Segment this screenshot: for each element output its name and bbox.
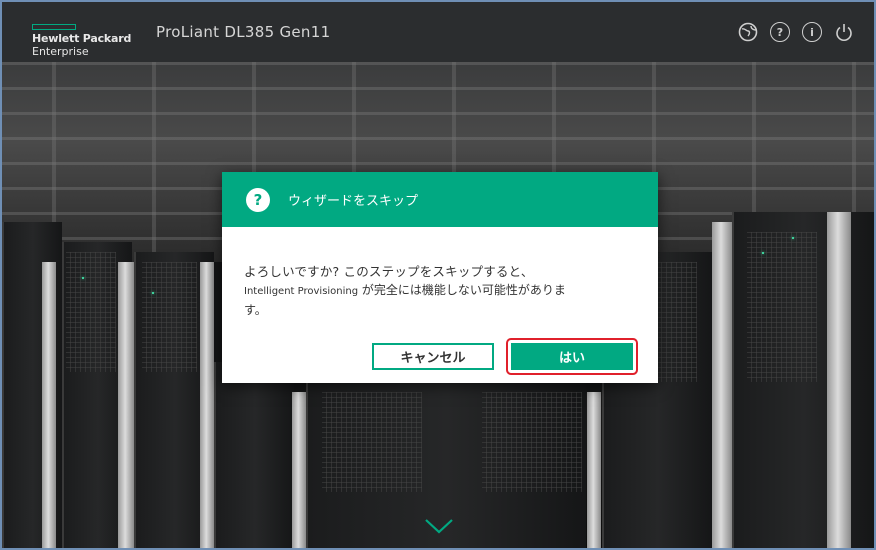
screen-frame: Hewlett Packard Enterprise ProLiant DL38… [0,0,876,550]
message-line3: す。 [244,303,267,317]
message-line1: よろしいですか? このステップをスキップすると、 [244,264,534,279]
rack-pillar [42,262,56,548]
info-icon[interactable]: i [802,22,822,42]
rack-pillar [587,392,601,548]
rack-pillar [200,262,214,548]
rack-grille [142,262,197,372]
brand-line1: Hewlett Packard [32,32,132,45]
rack-grille [322,392,422,492]
brand-line2: Enterprise [32,45,89,58]
product-title: ProLiant DL385 Gen11 [156,23,331,41]
highlight-box: はい [506,338,638,375]
skip-wizard-dialog: ? ウィザードをスキップ よろしいですか? このステップをスキップすると、 In… [222,172,658,383]
rack-pillar [292,392,306,548]
rack-grille [482,392,582,492]
yes-button[interactable]: はい [511,343,633,370]
dialog-message: よろしいですか? このステップをスキップすると、 Intelligent Pro… [222,227,658,319]
power-icon[interactable] [834,22,854,42]
chevron-down-icon[interactable] [424,517,454,535]
status-led [82,277,84,279]
product-name-text: Intelligent Provisioning [244,286,359,297]
help-icon[interactable]: ? [770,22,790,42]
rack-grille [66,252,116,372]
rack-grille [747,232,817,382]
status-led [152,292,154,294]
cancel-button[interactable]: キャンセル [372,343,494,370]
header-icons: ? i [738,22,854,42]
message-line2-rest: が完全には機能しない可能性がありま [358,283,566,297]
server-rack [214,362,294,548]
message-line2: Intelligent Provisioning が完全には機能しない可能性があ… [244,281,636,301]
rack-pillar [827,212,851,548]
dialog-title: ウィザードをスキップ [288,194,419,209]
language-icon[interactable] [738,22,758,42]
top-header: Hewlett Packard Enterprise ProLiant DL38… [2,2,874,62]
dialog-buttons: キャンセル はい [372,338,638,375]
rack-pillar [712,222,732,548]
hpe-logo: Hewlett Packard Enterprise [32,12,144,58]
status-led [762,252,764,254]
question-icon: ? [246,187,270,212]
dialog-header: ? ウィザードをスキップ [222,172,658,227]
hpe-logo-mark [32,24,76,30]
status-led [792,237,794,239]
rack-pillar [118,262,134,548]
